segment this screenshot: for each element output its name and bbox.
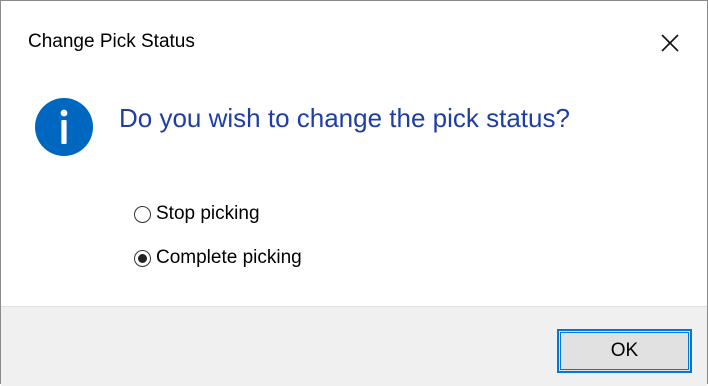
close-icon <box>661 34 679 52</box>
button-bar: OK <box>1 306 707 386</box>
ok-button[interactable]: OK <box>557 329 692 373</box>
ok-button-label: OK <box>610 340 639 361</box>
dialog-window: Change Pick Status Do you wish to change… <box>0 0 708 386</box>
info-icon <box>34 97 94 157</box>
main-instruction: Do you wish to change the pick status? <box>119 103 570 133</box>
close-button[interactable] <box>647 13 707 73</box>
radio-button-unchecked[interactable] <box>134 205 151 223</box>
radio-selected-dot <box>138 253 147 263</box>
radio-label-stop-picking: Stop picking <box>156 203 260 224</box>
window-title: Change Pick Status <box>28 31 195 52</box>
radio-stop-picking[interactable]: Stop picking <box>134 200 260 228</box>
radio-button-checked[interactable] <box>134 249 151 267</box>
title-bar: Change Pick Status <box>1 1 707 81</box>
radio-label-complete-picking: Complete picking <box>156 247 302 268</box>
radio-complete-picking[interactable]: Complete picking <box>134 244 302 272</box>
dialog-content: Do you wish to change the pick status? S… <box>1 81 707 306</box>
